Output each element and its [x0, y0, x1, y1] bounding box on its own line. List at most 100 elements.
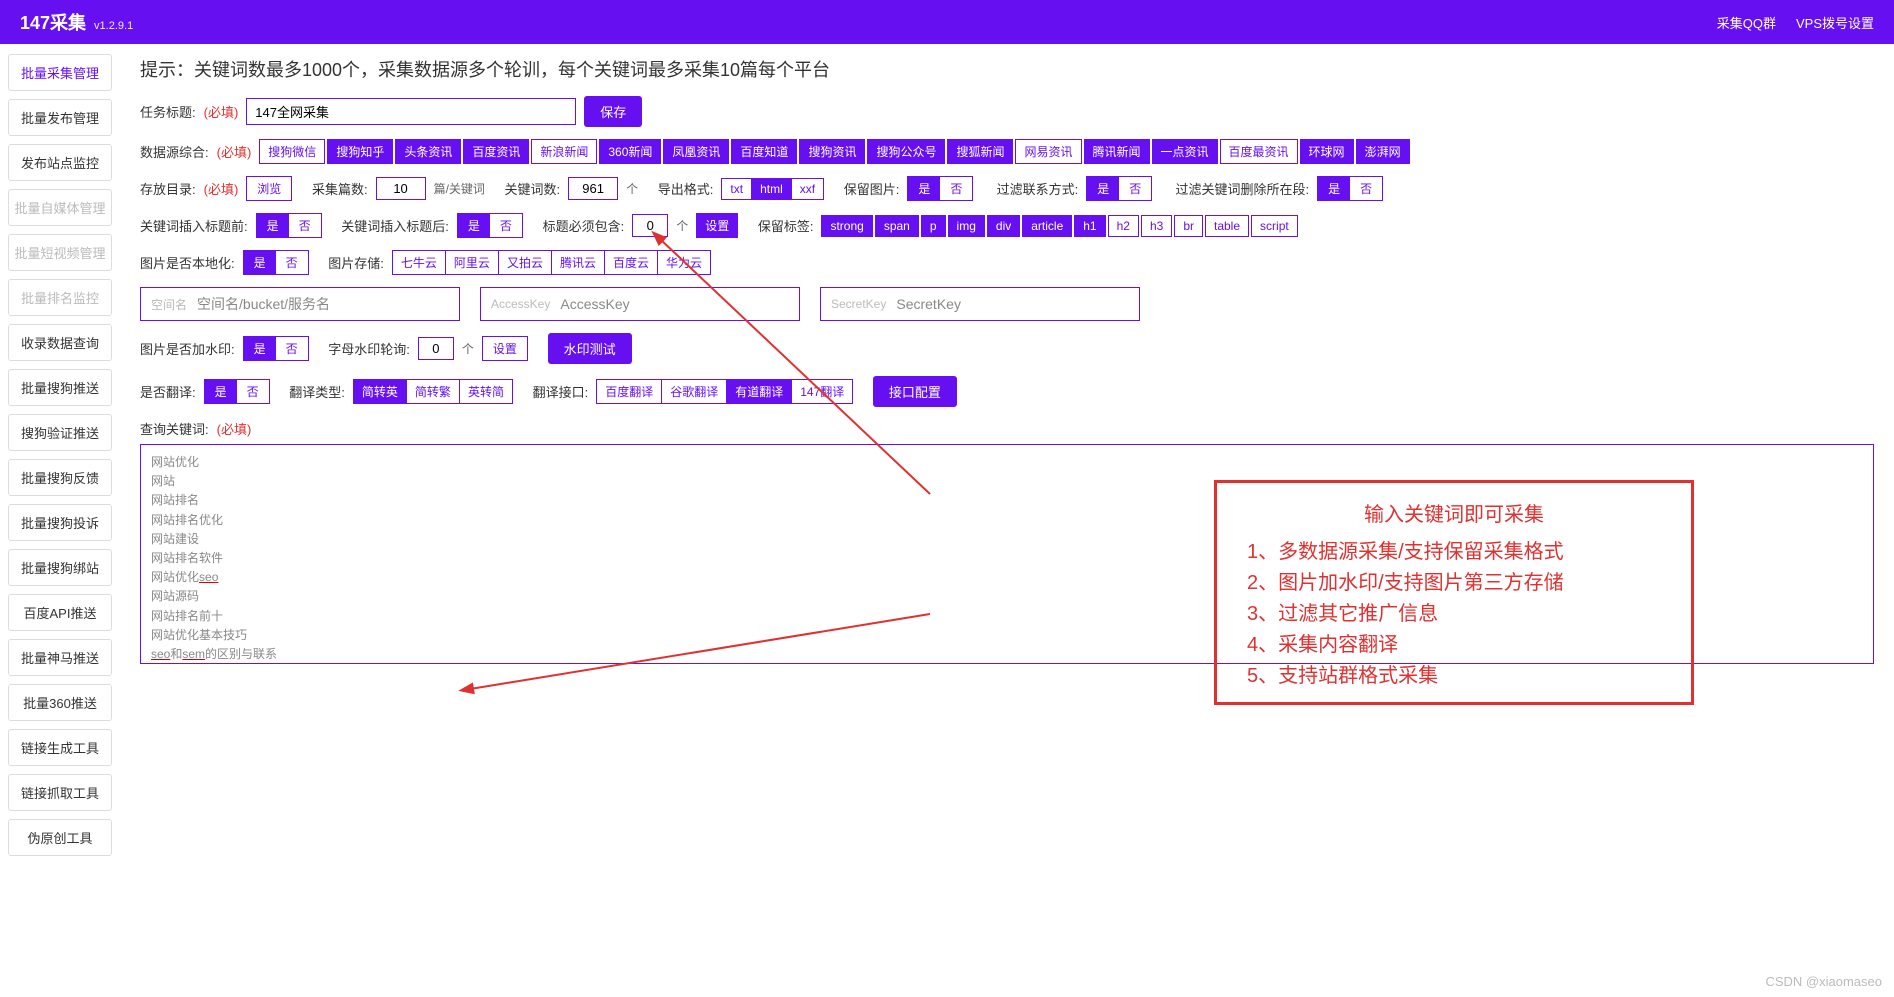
export-format-txt[interactable]: txt: [721, 178, 751, 200]
sidebar-item-14[interactable]: 批量360推送: [8, 684, 112, 721]
source-tag-百度知道[interactable]: 百度知道: [731, 139, 797, 164]
cloud-option-华为云[interactable]: 华为云: [657, 250, 711, 275]
source-tag-百度资讯[interactable]: 百度资讯: [463, 139, 529, 164]
keep-tag-div[interactable]: div: [987, 215, 1020, 237]
title-contain-label: 标题必须包含:: [543, 216, 625, 235]
sidebar-item-6[interactable]: 收录数据查询: [8, 324, 112, 361]
filter-paragraph-toggle[interactable]: 是否: [1317, 176, 1383, 201]
translate-api-label: 翻译接口:: [533, 382, 589, 401]
sidebar-item-0[interactable]: 批量采集管理: [8, 54, 112, 91]
cloud-option-腾讯云[interactable]: 腾讯云: [551, 250, 604, 275]
sources-required: (必填): [217, 142, 252, 161]
page-watermark: CSDN @xiaomaseo: [1765, 974, 1882, 989]
watermark-toggle[interactable]: 是否: [243, 336, 309, 361]
articles-unit: 篇/关键词: [434, 180, 485, 197]
watermark-set-button[interactable]: 设置: [482, 336, 528, 361]
sidebar-item-16[interactable]: 链接抓取工具: [8, 774, 112, 811]
keep-image-label: 保留图片:: [844, 179, 900, 198]
sidebar-item-9[interactable]: 批量搜狗反馈: [8, 459, 112, 496]
translate-type-英转简[interactable]: 英转简: [459, 379, 513, 404]
keywords-unit: 个: [626, 180, 638, 197]
source-tag-360新闻[interactable]: 360新闻: [599, 139, 661, 164]
source-tag-新浪新闻[interactable]: 新浪新闻: [531, 139, 597, 164]
keep-tag-img[interactable]: img: [948, 215, 985, 237]
keywords-count-label: 关键词数:: [505, 179, 561, 198]
keep-tag-strong[interactable]: strong: [821, 215, 872, 237]
source-tag-凤凰资讯[interactable]: 凤凰资讯: [663, 139, 729, 164]
task-title-required: (必填): [204, 102, 239, 121]
export-format-html[interactable]: html: [751, 178, 791, 200]
save-button[interactable]: 保存: [584, 96, 642, 127]
source-tag-搜狗微信[interactable]: 搜狗微信: [259, 139, 325, 164]
title-contain-set-button[interactable]: 设置: [696, 213, 738, 238]
translate-type-简转英[interactable]: 简转英: [353, 379, 406, 404]
api-config-button[interactable]: 接口配置: [873, 376, 957, 407]
insert-after-toggle[interactable]: 是否: [457, 213, 523, 238]
storage-label: 存放目录:: [140, 179, 196, 198]
watermark-interval-label: 字母水印轮询:: [328, 339, 410, 358]
keep-tag-h1[interactable]: h1: [1074, 215, 1105, 237]
watermark-interval-input[interactable]: [418, 337, 454, 360]
source-tag-搜狗公众号[interactable]: 搜狗公众号: [867, 139, 945, 164]
secret-key-input[interactable]: SecretKey SecretKey: [820, 287, 1140, 321]
space-name-input[interactable]: 空间名 空间名/bucket/服务名: [140, 287, 460, 321]
source-tag-搜狗资讯[interactable]: 搜狗资讯: [799, 139, 865, 164]
sidebar-item-15[interactable]: 链接生成工具: [8, 729, 112, 766]
cloud-option-七牛云[interactable]: 七牛云: [392, 250, 445, 275]
link-qq-group[interactable]: 采集QQ群: [1717, 13, 1776, 32]
task-title-input[interactable]: [246, 98, 576, 125]
translate-api-谷歌翻译[interactable]: 谷歌翻译: [661, 379, 726, 404]
img-local-label: 图片是否本地化:: [140, 253, 235, 272]
access-key-input[interactable]: AccessKey AccessKey: [480, 287, 800, 321]
sidebar-item-1[interactable]: 批量发布管理: [8, 99, 112, 136]
insert-before-toggle[interactable]: 是否: [256, 213, 322, 238]
hint-text: 提示：关键词数最多1000个，采集数据源多个轮训，每个关键词最多采集10篇每个平…: [140, 56, 1874, 82]
sidebar-item-8[interactable]: 搜狗验证推送: [8, 414, 112, 451]
keep-tag-h3[interactable]: h3: [1141, 215, 1172, 237]
keep-tag-script[interactable]: script: [1251, 215, 1298, 237]
keep-tag-article[interactable]: article: [1022, 215, 1072, 237]
browse-button[interactable]: 浏览: [246, 176, 292, 201]
cloud-option-百度云[interactable]: 百度云: [604, 250, 657, 275]
translate-api-147翻译[interactable]: 147翻译: [791, 379, 853, 404]
sidebar-item-12[interactable]: 百度API推送: [8, 594, 112, 631]
sidebar-item-2[interactable]: 发布站点监控: [8, 144, 112, 181]
sidebar-item-13[interactable]: 批量神马推送: [8, 639, 112, 676]
cloud-option-阿里云[interactable]: 阿里云: [445, 250, 498, 275]
source-tag-腾讯新闻[interactable]: 腾讯新闻: [1084, 139, 1150, 164]
export-format-xxf[interactable]: xxf: [791, 178, 824, 200]
source-tag-一点资讯[interactable]: 一点资讯: [1152, 139, 1218, 164]
keep-tag-h2[interactable]: h2: [1108, 215, 1139, 237]
source-tag-头条资讯[interactable]: 头条资讯: [395, 139, 461, 164]
sidebar-item-17[interactable]: 伪原创工具: [8, 819, 112, 856]
articles-input[interactable]: [376, 177, 426, 200]
keep-tag-br[interactable]: br: [1174, 215, 1203, 237]
export-format-label: 导出格式:: [658, 179, 714, 198]
keep-tag-table[interactable]: table: [1205, 215, 1249, 237]
translate-api-有道翻译[interactable]: 有道翻译: [726, 379, 791, 404]
img-local-toggle[interactable]: 是否: [243, 250, 309, 275]
keywords-count-input[interactable]: [568, 177, 618, 200]
sidebar-item-10[interactable]: 批量搜狗投诉: [8, 504, 112, 541]
translate-api-百度翻译[interactable]: 百度翻译: [596, 379, 661, 404]
translate-type-简转繁[interactable]: 简转繁: [406, 379, 459, 404]
keep-image-toggle[interactable]: 是否: [907, 176, 973, 201]
insert-after-label: 关键词插入标题后:: [341, 216, 449, 235]
source-tag-网易资讯[interactable]: 网易资讯: [1015, 139, 1081, 164]
title-contain-input[interactable]: [632, 214, 668, 237]
keywords-textarea[interactable]: 网站优化网站网站排名网站排名优化网站建设网站排名软件网站优化seo网站源码网站排…: [140, 444, 1874, 664]
watermark-test-button[interactable]: 水印测试: [548, 333, 632, 364]
source-tag-搜狗知乎[interactable]: 搜狗知乎: [327, 139, 393, 164]
source-tag-百度最资讯[interactable]: 百度最资讯: [1220, 139, 1298, 164]
cloud-option-又拍云[interactable]: 又拍云: [498, 250, 551, 275]
source-tag-搜狐新闻[interactable]: 搜狐新闻: [947, 139, 1013, 164]
link-vps-settings[interactable]: VPS拨号设置: [1796, 13, 1874, 32]
translate-toggle[interactable]: 是否: [204, 379, 270, 404]
keep-tag-p[interactable]: p: [921, 215, 946, 237]
filter-contact-toggle[interactable]: 是否: [1086, 176, 1152, 201]
source-tag-澎湃网[interactable]: 澎湃网: [1356, 139, 1410, 164]
sidebar-item-11[interactable]: 批量搜狗绑站: [8, 549, 112, 586]
source-tag-环球网[interactable]: 环球网: [1300, 139, 1354, 164]
sidebar-item-7[interactable]: 批量搜狗推送: [8, 369, 112, 406]
keep-tag-span[interactable]: span: [875, 215, 919, 237]
